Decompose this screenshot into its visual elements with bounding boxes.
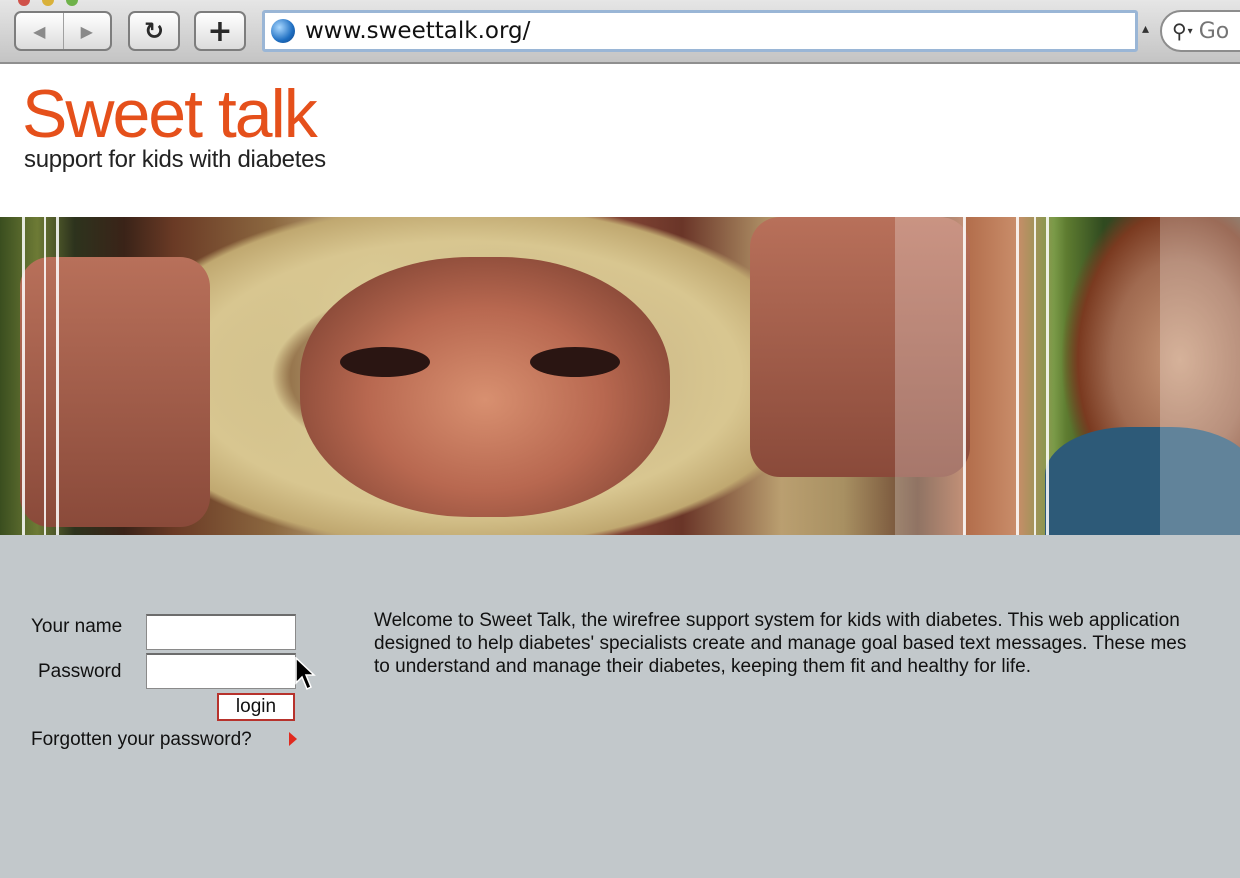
- decorative-band: [1160, 217, 1240, 535]
- minimize-window-icon[interactable]: [42, 0, 54, 6]
- welcome-line: to understand and manage their diabetes,…: [374, 656, 1031, 677]
- password-label: Password: [38, 661, 122, 682]
- url-input[interactable]: [303, 17, 1087, 45]
- url-dropdown-icon[interactable]: ▴: [1142, 20, 1149, 37]
- close-window-icon[interactable]: [18, 0, 30, 6]
- zoom-window-icon[interactable]: [66, 0, 78, 6]
- welcome-line: Welcome to Sweet Talk, the wirefree supp…: [374, 610, 1180, 631]
- welcome-line: designed to help diabetes' specialists c…: [374, 633, 1187, 654]
- browser-toolbar: ◀ ▶ ↻ + ▴ ⚲ ▾: [0, 0, 1240, 64]
- child-face-image: [300, 257, 670, 517]
- right-eye-shape: [530, 347, 620, 377]
- welcome-text: Welcome to Sweet Talk, the wirefree supp…: [374, 609, 1240, 678]
- decorative-stripe: [963, 217, 966, 535]
- password-input[interactable]: [146, 653, 296, 689]
- globe-icon: [271, 19, 295, 43]
- arrow-right-icon[interactable]: [289, 732, 297, 746]
- forward-icon[interactable]: ▶: [62, 13, 111, 49]
- add-bookmark-button[interactable]: +: [194, 11, 246, 51]
- search-field[interactable]: ⚲ ▾: [1160, 10, 1240, 52]
- left-hand-image: [20, 257, 210, 527]
- decorative-band: [895, 217, 965, 535]
- back-forward-buttons: ◀ ▶: [14, 11, 112, 51]
- reload-button[interactable]: ↻: [128, 11, 180, 51]
- decorative-stripe: [44, 217, 46, 535]
- decorative-stripe: [22, 217, 25, 535]
- content-panel: [0, 535, 1240, 878]
- chevron-down-icon[interactable]: ▾: [1188, 26, 1193, 37]
- site-logo-title: Sweet talk: [22, 76, 318, 152]
- name-input[interactable]: [146, 614, 296, 650]
- forgot-password-link[interactable]: Forgotten your password?: [31, 729, 252, 751]
- address-bar[interactable]: [262, 10, 1138, 52]
- left-eye-shape: [340, 347, 430, 377]
- decorative-stripe: [1016, 217, 1019, 535]
- reload-icon: ↻: [143, 17, 165, 45]
- site-tagline: support for kids with diabetes: [24, 146, 326, 173]
- decorative-stripe: [1034, 217, 1036, 535]
- back-icon[interactable]: ◀: [16, 13, 63, 49]
- name-label: Your name: [31, 616, 123, 637]
- decorative-stripe: [1046, 217, 1049, 535]
- plus-icon: +: [207, 13, 233, 49]
- hero-banner-image: [0, 217, 1240, 535]
- search-input[interactable]: [1196, 17, 1240, 45]
- mouse-pointer-icon: [295, 657, 316, 691]
- login-button[interactable]: login: [217, 693, 295, 721]
- decorative-stripe: [56, 217, 59, 535]
- search-icon[interactable]: ⚲: [1172, 19, 1187, 44]
